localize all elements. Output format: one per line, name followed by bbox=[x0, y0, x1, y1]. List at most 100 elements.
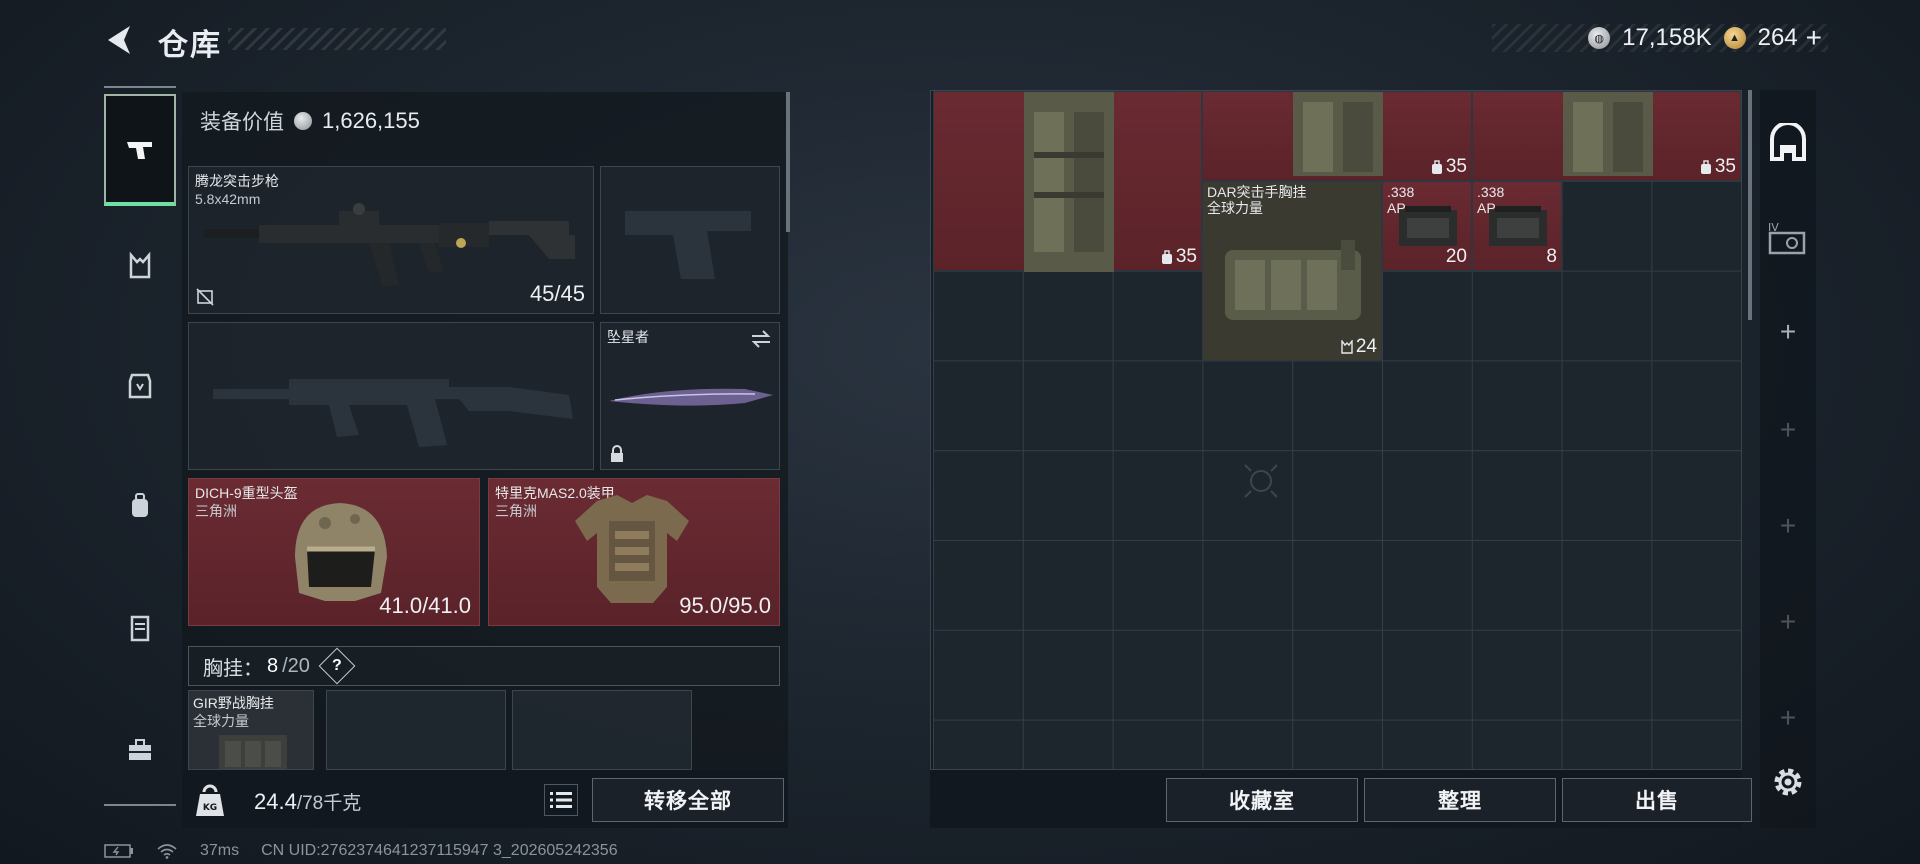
gold-amount: 264 bbox=[1757, 24, 1798, 51]
sidebar-item-armor[interactable] bbox=[104, 350, 176, 422]
silver-amount: 17,158K bbox=[1622, 24, 1712, 51]
add-stash-button[interactable]: + bbox=[1760, 312, 1816, 352]
rifle-silhouette-icon bbox=[213, 379, 573, 447]
crosshair-icon bbox=[1244, 464, 1278, 498]
item-name: .338 bbox=[1387, 184, 1415, 200]
stash-scrollbar[interactable] bbox=[1748, 90, 1752, 320]
equip-value-label: 装备价值 bbox=[200, 111, 284, 134]
melee-name: 坠星者 bbox=[607, 329, 649, 345]
sidebar-item-locker[interactable] bbox=[104, 592, 176, 664]
bag-icon bbox=[1431, 160, 1442, 174]
ammo-box-icon bbox=[1399, 206, 1457, 246]
chest-rig-label: 胸挂： bbox=[203, 657, 263, 680]
battery-icon bbox=[104, 844, 133, 858]
sell-button[interactable]: 出售 bbox=[1562, 778, 1752, 822]
help-button[interactable]: ? bbox=[318, 647, 356, 685]
item-count: 24 bbox=[1341, 336, 1377, 358]
ammo-box-icon bbox=[1489, 206, 1547, 246]
list-icon bbox=[550, 792, 572, 808]
sidebar bbox=[104, 86, 176, 806]
loadout-scrollbar[interactable] bbox=[786, 92, 790, 232]
status-bar: 37ms CN UID:2762374641237115947 3_202605… bbox=[104, 842, 618, 860]
transfer-all-button[interactable]: 转移全部 bbox=[592, 778, 784, 822]
stash-tab-main[interactable] bbox=[1760, 118, 1816, 168]
armor-brand: 三角洲 bbox=[495, 503, 537, 519]
toolbox-icon bbox=[129, 739, 151, 760]
add-stash-button[interactable]: + bbox=[1760, 698, 1816, 738]
armor-durability: 95.0/95.0 bbox=[679, 593, 771, 618]
gold-coin-icon: ▲ bbox=[1723, 27, 1746, 49]
chest-rig-item[interactable]: GIR野战胸挂 全球力量 bbox=[188, 690, 314, 770]
user-uid: CN UID:2762374641237115947 3_20260524235… bbox=[261, 842, 618, 859]
no-mod-icon bbox=[196, 288, 214, 306]
stash-item[interactable]: .338 AP 8 bbox=[1472, 181, 1562, 271]
helmet-slot[interactable]: DICH-9重型头盔 三角洲 41.0/41.0 bbox=[188, 478, 480, 626]
knife-icon bbox=[609, 388, 773, 406]
swap-icon[interactable] bbox=[749, 329, 773, 349]
back-arrow-icon[interactable] bbox=[100, 20, 140, 60]
sidebar-item-backpack[interactable] bbox=[104, 470, 176, 542]
collection-room-button[interactable]: 收藏室 bbox=[1166, 778, 1358, 822]
wifi-icon bbox=[157, 844, 177, 859]
backpack-item-icon bbox=[1293, 92, 1383, 176]
chest-rig-slot[interactable] bbox=[326, 690, 506, 770]
page-title: 仓库 bbox=[158, 29, 222, 62]
weight-icon: KG bbox=[196, 784, 224, 816]
add-stash-button[interactable]: + bbox=[1760, 410, 1816, 450]
sidebar-item-toolbox[interactable] bbox=[104, 714, 176, 786]
vest-icon bbox=[129, 251, 151, 279]
item-count: 35 bbox=[1700, 156, 1736, 178]
body-armor-icon bbox=[575, 495, 689, 603]
stash-item[interactable]: .338 AP 20 bbox=[1382, 181, 1472, 271]
pistol-icon bbox=[127, 142, 152, 159]
stash-item[interactable]: 35 bbox=[1202, 91, 1472, 181]
item-name: .338 bbox=[1477, 184, 1505, 200]
secondary-weapon-slot[interactable] bbox=[600, 166, 780, 314]
helmet-brand: 三角洲 bbox=[195, 503, 237, 519]
pistol-silhouette-icon bbox=[625, 211, 751, 279]
secondary-rifle-slot[interactable] bbox=[188, 322, 594, 470]
add-stash-button[interactable]: + bbox=[1760, 506, 1816, 546]
add-stash-button[interactable]: + bbox=[1760, 602, 1816, 642]
armor-slot[interactable]: 特里克MAS2.0装甲 三角洲 95.0/95.0 bbox=[488, 478, 780, 626]
expansion-case-icon: IV bbox=[1768, 221, 1806, 255]
chest-rig-capacity: /20 bbox=[282, 654, 310, 677]
stash-item[interactable]: 35 bbox=[1472, 91, 1741, 181]
primary-weapon-slot[interactable]: 腾龙突击步枪 5.8x42mm 45/45 bbox=[188, 166, 594, 314]
chest-rig-slot[interactable] bbox=[512, 690, 692, 770]
item-name: DAR突击手胸挂 bbox=[1207, 184, 1307, 200]
sidebar-divider-bottom bbox=[104, 804, 176, 806]
settings-button[interactable] bbox=[1760, 760, 1816, 804]
helmet-name: DICH-9重型头盔 bbox=[195, 485, 298, 501]
carry-weight: 24.4/78千克 bbox=[254, 788, 361, 815]
sidebar-item-weapons[interactable] bbox=[104, 94, 176, 206]
stash-item[interactable]: DAR突击手胸挂 全球力量 24 bbox=[1202, 181, 1382, 361]
stash-tab-expansion[interactable]: IV bbox=[1760, 212, 1816, 262]
silver-coin-icon: ◍ bbox=[1588, 27, 1611, 49]
helmet-durability: 41.0/41.0 bbox=[379, 593, 471, 618]
stash-panel: 35 35 35 DAR突击手胸挂 全球力量 24 .338 AP 20 .33… bbox=[930, 90, 1742, 770]
add-currency-button[interactable]: + bbox=[1806, 22, 1822, 54]
melee-slot[interactable]: 坠星者 bbox=[600, 322, 780, 470]
currency-bar: ◍ 17,158K ▲ 264 + bbox=[1492, 22, 1828, 54]
chest-rig-icon bbox=[219, 735, 287, 769]
chest-rig-item-icon bbox=[1225, 240, 1361, 320]
stash-item[interactable]: 35 bbox=[933, 91, 1202, 272]
helmet-icon bbox=[295, 503, 387, 601]
backpack-item-icon bbox=[1563, 92, 1653, 176]
sort-button[interactable]: 整理 bbox=[1364, 778, 1556, 822]
weight-current: 24.4 bbox=[254, 789, 297, 814]
locker-icon bbox=[130, 615, 150, 642]
list-view-button[interactable] bbox=[544, 784, 578, 816]
vault-icon bbox=[1770, 123, 1806, 161]
item-count: 35 bbox=[1161, 246, 1197, 268]
equip-value-amount: 1,626,155 bbox=[322, 108, 420, 133]
armor-plate-icon bbox=[128, 373, 152, 399]
sidebar-item-vest[interactable] bbox=[104, 230, 176, 302]
bag-icon bbox=[1700, 160, 1711, 174]
item-count: 35 bbox=[1431, 156, 1467, 178]
item-brand: 全球力量 bbox=[1207, 200, 1263, 216]
vest-mini-icon bbox=[1341, 340, 1353, 354]
backpack-item-icon bbox=[1024, 92, 1114, 272]
backpack-icon bbox=[132, 493, 148, 517]
